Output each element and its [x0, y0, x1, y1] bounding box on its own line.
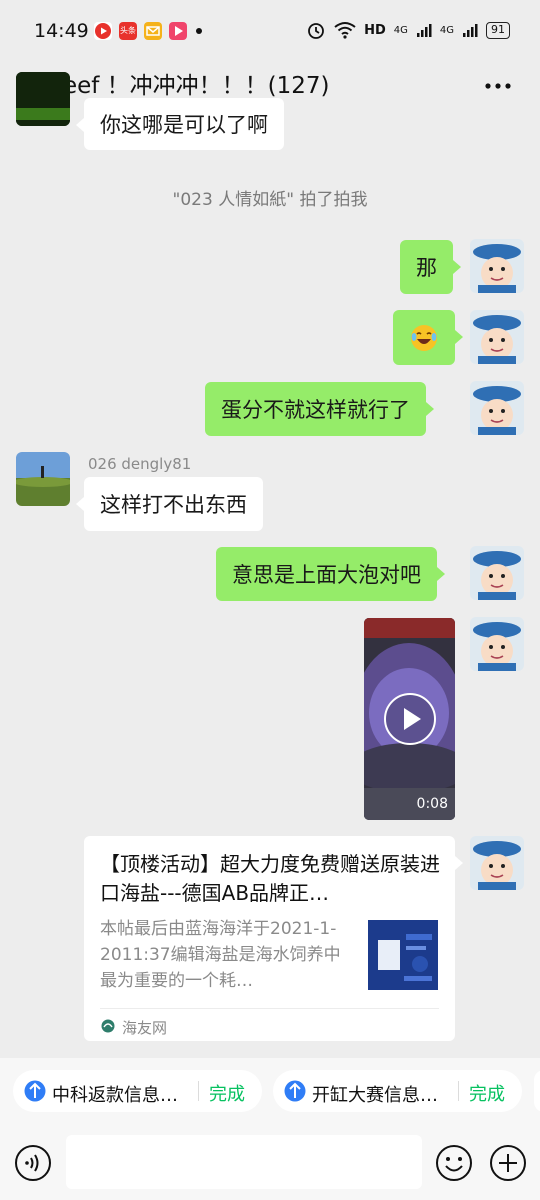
video-app-icon [94, 22, 112, 40]
status-indicators: HD 4G 4G 91 [306, 20, 510, 40]
message-text: 那 [416, 256, 437, 280]
mini-program-divider [458, 1081, 459, 1101]
mini-program-label: 中科返款信息… [52, 1085, 178, 1106]
link-card[interactable]: 【顶楼活动】超大力度免费赠送原装进口海盐---德国AB品牌正… 本帖最后由蓝海海… [84, 836, 463, 1041]
cartoon-avatar-icon [470, 836, 524, 890]
input-bar [0, 1124, 540, 1200]
more-dots-icon [485, 83, 511, 89]
message-text: 你这哪是可以了啊 [100, 113, 268, 137]
chat-title: reef ！冲冲冲！！！(127) [54, 73, 330, 99]
more-button[interactable] [478, 66, 518, 100]
mini-program-done-button[interactable]: 完成 [469, 1080, 505, 1106]
link-card-divider [100, 1008, 439, 1009]
cartoon-avatar-icon [470, 239, 524, 293]
video-message[interactable]: 0:08 [364, 618, 455, 820]
voice-button[interactable] [14, 1144, 52, 1182]
mini-program-divider [198, 1081, 199, 1101]
status-time: 14:49 [34, 20, 89, 42]
mini-program-icon [24, 1080, 46, 1102]
message-input[interactable] [66, 1135, 422, 1189]
avatar-me[interactable] [470, 546, 524, 600]
status-app-icons: 头条 [94, 22, 202, 40]
avatar-me[interactable] [470, 381, 524, 435]
message-bubble-me-emoji[interactable] [393, 310, 463, 365]
link-card-description: 本帖最后由蓝海海洋于2021-1-2011:37编辑海盐是海水饲养中最为重要的一… [100, 919, 341, 991]
avatar-other-partial[interactable] [16, 72, 70, 126]
video-duration: 0:08 [416, 796, 448, 812]
link-card-title: 【顶楼活动】超大力度免费赠送原装进口海盐---德国AB品牌正… [100, 852, 440, 905]
news-app-icon: 头条 [119, 22, 137, 40]
message-bubble-other[interactable]: 你这哪是可以了啊 [76, 98, 284, 150]
network-4g-label-2: 4G [439, 24, 454, 36]
message-text: 意思是上面大泡对吧 [232, 563, 421, 587]
cartoon-avatar-icon [470, 617, 524, 671]
battery-indicator: 91 [486, 21, 510, 39]
hd-label: HD [364, 22, 386, 38]
message-bubble-other[interactable]: 这样打不出东西 [76, 477, 263, 531]
mini-program-icon [284, 1080, 306, 1102]
source-logo-icon [101, 1019, 115, 1033]
wifi-icon [334, 22, 356, 39]
signal-icon-1 [416, 24, 432, 37]
mini-program-pill-2[interactable]: 开缸大赛信息… 完成 [273, 1070, 522, 1112]
mini-program-done-button[interactable]: 完成 [209, 1080, 245, 1106]
emoji-button[interactable] [435, 1144, 473, 1182]
network-4g-label-1: 4G [393, 24, 408, 36]
signal-icon-2 [463, 24, 478, 37]
cartoon-avatar-icon [470, 310, 524, 364]
avatar-me[interactable] [470, 617, 524, 671]
message-text: 这样打不出东西 [100, 493, 247, 517]
cartoon-avatar-icon [470, 381, 524, 435]
avatar-me[interactable] [470, 239, 524, 293]
cartoon-avatar-icon [470, 546, 524, 600]
plus-icon [490, 1145, 526, 1181]
notification-dot-icon [196, 28, 202, 34]
sender-name: 026 dengly81 [88, 455, 192, 473]
play-button[interactable] [383, 692, 437, 746]
message-text: 蛋分不就这样就行了 [221, 398, 410, 422]
status-bar: 14:49 头条 HD 4G 4G 91 [0, 0, 540, 60]
link-card-source: 海友网 [122, 1019, 168, 1037]
mini-program-pill-1[interactable]: 中科返款信息… 完成 [13, 1070, 262, 1112]
mini-program-pill-3-partial[interactable] [534, 1070, 540, 1112]
mini-program-label: 开缸大赛信息… [312, 1085, 438, 1106]
laugh-cry-emoji-icon [411, 324, 437, 351]
message-bubble-me[interactable]: 蛋分不就这样就行了 [205, 382, 434, 436]
message-bubble-me[interactable]: 意思是上面大泡对吧 [216, 547, 445, 601]
message-bubble-me[interactable]: 那 [400, 240, 461, 294]
media-app-icon [169, 22, 187, 40]
mail-app-icon [144, 22, 162, 40]
plus-button[interactable] [489, 1144, 527, 1182]
play-icon [384, 693, 436, 745]
landscape-avatar-icon [16, 452, 70, 506]
alarm-icon [308, 23, 324, 39]
avatar-other[interactable] [16, 452, 70, 506]
emoji-icon [436, 1145, 472, 1181]
voice-icon [15, 1145, 51, 1181]
system-message: "023 人情如紙" 拍了拍我 [172, 190, 368, 210]
link-card-thumbnail [368, 920, 438, 990]
avatar-me[interactable] [470, 310, 524, 364]
mini-program-bar: 中科返款信息… 完成 开缸大赛信息… 完成 [0, 1058, 540, 1124]
avatar-me[interactable] [470, 836, 524, 890]
